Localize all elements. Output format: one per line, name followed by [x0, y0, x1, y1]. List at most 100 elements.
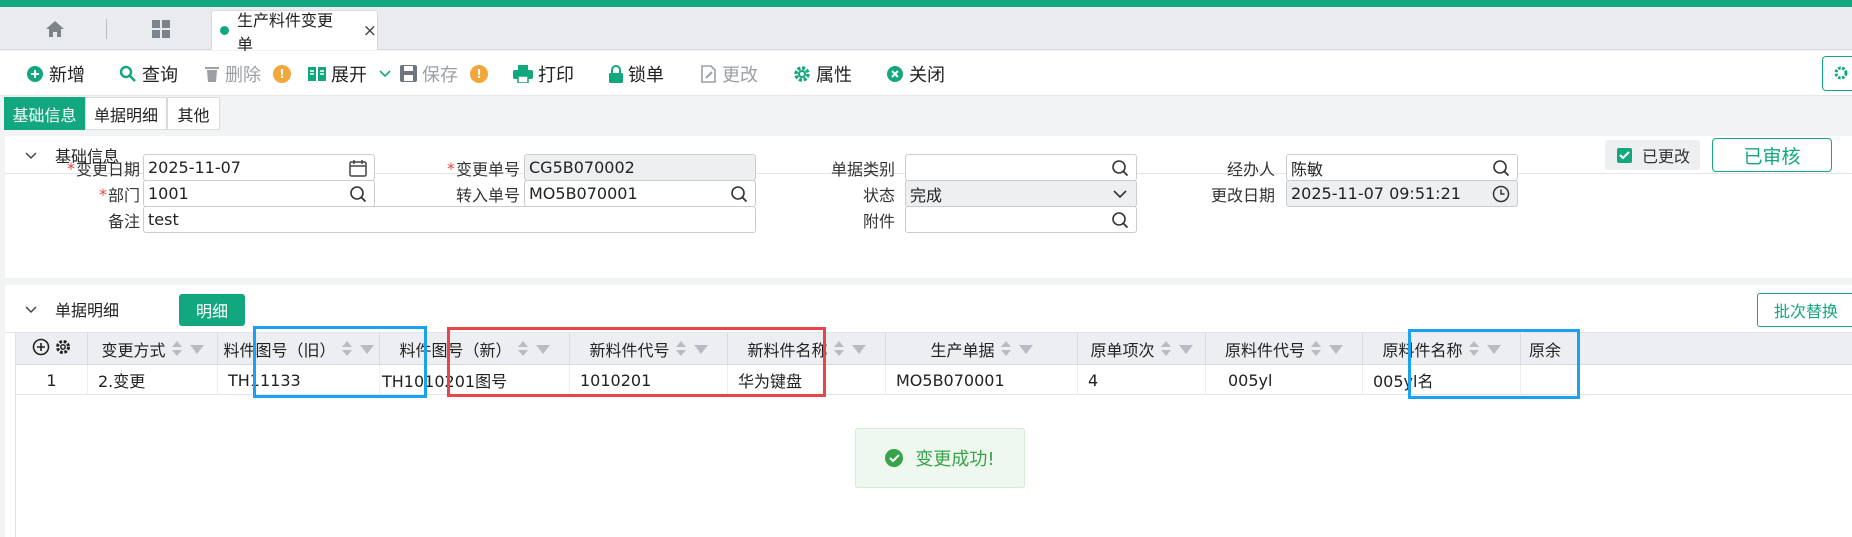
gear-icon [1833, 65, 1849, 85]
plus-circle-icon [26, 65, 44, 83]
print-label: 打印 [538, 64, 574, 86]
toast-message: 变更成功! [915, 449, 995, 470]
add-button[interactable]: 新增 [26, 51, 85, 96]
filter-icon [1178, 344, 1193, 354]
gear-icon[interactable] [54, 338, 72, 360]
add-row-icon[interactable] [32, 338, 50, 360]
close-button[interactable]: 关闭 [886, 51, 945, 96]
modify-button[interactable]: 更改 [701, 51, 758, 96]
delete-button[interactable]: 删除 ! [204, 51, 291, 96]
success-toast: 变更成功! [855, 428, 1025, 488]
detail-button[interactable]: 明细 [179, 294, 245, 326]
warning-icon: ! [470, 64, 488, 83]
dept-field[interactable]: 1001 [143, 180, 375, 207]
row-tools-header [16, 333, 88, 365]
close-label: 关闭 [909, 64, 945, 86]
highlight-box-new-drawing-code [447, 327, 826, 397]
col-orig-code[interactable]: 原料件代号 [1206, 333, 1363, 365]
col-prod-doc[interactable]: 生产单据 [886, 333, 1078, 365]
cell-orig-item[interactable]: 4 [1078, 365, 1206, 395]
filter-icon [1329, 344, 1343, 354]
chevron-down-icon[interactable] [1110, 184, 1130, 204]
lock-button[interactable]: 锁单 [609, 51, 664, 96]
search-icon[interactable] [1491, 158, 1511, 178]
tab-production-change[interactable]: 生产料件变更单 × [211, 10, 378, 54]
doc-type-field[interactable] [905, 154, 1137, 181]
clock-icon[interactable] [1491, 184, 1511, 204]
edit-doc-icon [701, 64, 717, 83]
save-button[interactable]: 保存 ! [400, 51, 488, 96]
search-icon[interactable] [348, 184, 368, 204]
tab-basic-info[interactable]: 基础信息 [4, 97, 85, 130]
audited-button[interactable]: 已审核 [1712, 138, 1832, 172]
modify-date-label: 更改日期 [1210, 186, 1275, 205]
tab-label: 生产料件变更单 [236, 10, 333, 54]
handler-label: 经办人 [1226, 160, 1275, 179]
status-select[interactable]: 完成 [905, 180, 1137, 207]
change-date-label: * 变更日期 [66, 158, 140, 180]
search-icon[interactable] [1110, 210, 1130, 230]
tab-other[interactable]: 其他 [167, 97, 220, 130]
close-circle-icon [886, 65, 904, 83]
calendar-icon[interactable] [348, 158, 368, 178]
save-icon [400, 65, 417, 82]
remark-field[interactable]: test [143, 206, 756, 233]
book-icon [308, 66, 326, 82]
print-button[interactable]: 打印 [513, 51, 574, 96]
attachment-field[interactable] [905, 206, 1137, 233]
warning-icon: ! [273, 64, 291, 83]
attachment-label: 附件 [862, 212, 895, 231]
tab-doc-detail[interactable]: 单据明细 [85, 97, 167, 130]
expand-label: 展开 [331, 64, 367, 86]
properties-button[interactable]: 属性 [793, 51, 852, 96]
transfer-no-field[interactable]: MO5B070001 [524, 180, 756, 207]
modified-checkbox[interactable]: 已更改 [1605, 140, 1700, 170]
change-no-field[interactable]: CG5B070002 [524, 154, 756, 181]
filter-icon [1018, 344, 1033, 354]
col-change-type[interactable]: 变更方式 [88, 333, 218, 365]
printer-icon [513, 64, 533, 83]
chevron-down-icon[interactable] [25, 299, 37, 318]
lock-label: 锁单 [628, 64, 664, 86]
handler-field[interactable]: 陈敏 [1286, 154, 1518, 181]
active-dot-icon [220, 26, 229, 35]
section-tabs: 基础信息 单据明细 其他 [0, 97, 1852, 133]
check-icon [1617, 147, 1632, 163]
dept-label: * 部门 [98, 184, 140, 206]
change-date-field[interactable]: 2025-11-07 [143, 154, 375, 181]
row-index: 1 [16, 365, 88, 395]
settings-corner-button[interactable] [1822, 56, 1852, 91]
close-tab-icon[interactable]: × [363, 21, 377, 41]
search-icon[interactable] [1110, 158, 1130, 178]
properties-label: 属性 [816, 64, 852, 86]
toolbar: 新增 查询 删除 ! 展开 保存 ! 打印 锁单 更改 属性 关闭 [0, 51, 1852, 96]
query-button[interactable]: 查询 [119, 51, 178, 96]
modify-date-field[interactable]: 2025-11-07 09:51:21 [1286, 180, 1518, 207]
search-icon[interactable] [729, 184, 749, 204]
cell-change-type[interactable]: 2.变更 [88, 365, 218, 395]
section-title: 单据明细 [55, 300, 120, 320]
sort-icon [171, 341, 182, 357]
batch-replace-button[interactable]: 批次替换 [1757, 293, 1852, 327]
modify-label: 更改 [722, 64, 758, 86]
save-label: 保存 [422, 64, 458, 86]
remark-label: 备注 [107, 212, 140, 231]
query-label: 查询 [142, 64, 178, 86]
cell-orig-code[interactable]: 005yl [1206, 365, 1363, 395]
chevron-down-icon[interactable] [25, 145, 37, 164]
apps-grid-icon[interactable] [146, 15, 176, 43]
highlight-box-old-drawing [253, 326, 427, 398]
chevron-down-icon[interactable] [379, 69, 391, 78]
sort-icon [1000, 341, 1011, 357]
transfer-no-label: 转入单号 [455, 186, 520, 205]
col-orig-item[interactable]: 原单项次 [1078, 333, 1206, 365]
expand-button[interactable]: 展开 [308, 51, 396, 96]
tab-divider [106, 19, 107, 39]
cell-prod-doc[interactable]: MO5B070001 [886, 365, 1078, 395]
filter-icon [851, 344, 866, 354]
gear-icon [793, 65, 811, 83]
trash-icon [204, 65, 220, 83]
filter-icon [189, 344, 204, 354]
change-no-label: * 变更单号 [446, 158, 520, 180]
home-icon[interactable] [40, 15, 70, 43]
